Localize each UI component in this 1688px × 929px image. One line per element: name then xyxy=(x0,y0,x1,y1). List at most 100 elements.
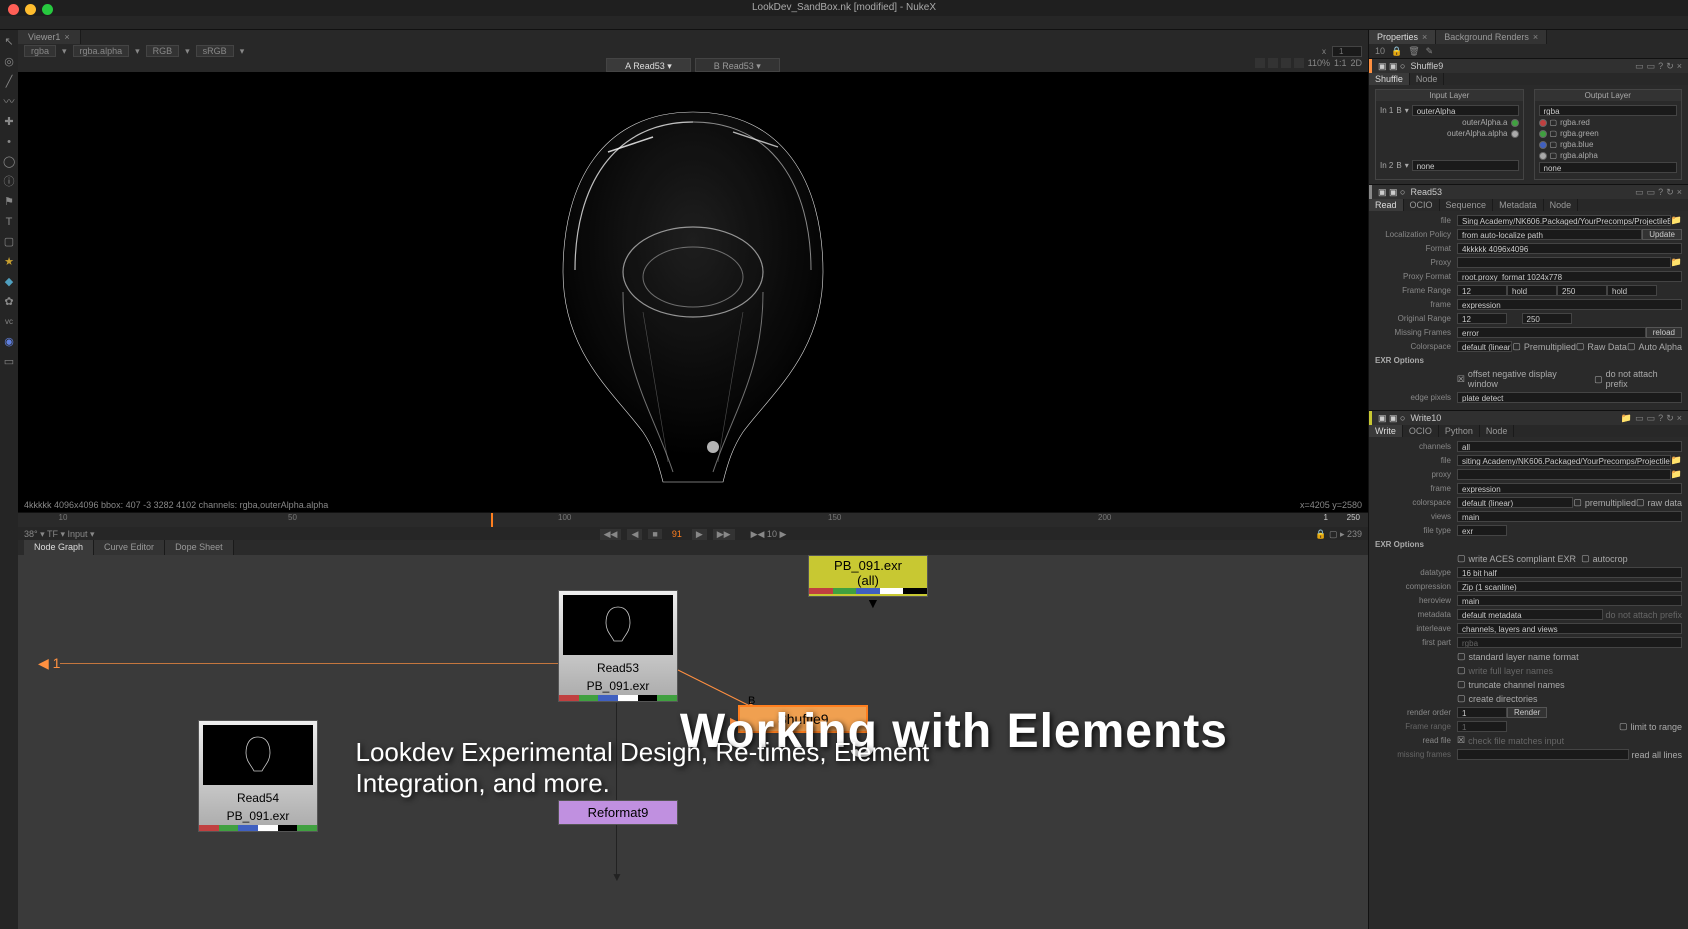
prop-count[interactable]: 10 xyxy=(1375,46,1385,56)
hdr-icon[interactable]: ▭ xyxy=(1635,187,1644,198)
subtab-seq[interactable]: Sequence xyxy=(1440,199,1494,211)
menubar[interactable] xyxy=(0,16,1688,30)
proxy-field[interactable] xyxy=(1457,257,1671,268)
wfull-check[interactable]: ▢ xyxy=(1457,665,1466,676)
write-frame-mode[interactable]: expression xyxy=(1457,483,1682,494)
frame-mode[interactable]: expression xyxy=(1457,299,1682,310)
hdr-icon[interactable]: ? xyxy=(1658,61,1663,72)
heroview-field[interactable]: main xyxy=(1457,595,1682,606)
reload-button[interactable]: reload xyxy=(1646,327,1682,338)
subtab-ocio[interactable]: OCIO xyxy=(1403,425,1439,437)
offset-check[interactable]: ☒ xyxy=(1457,374,1465,385)
folder-icon[interactable]: 📁 xyxy=(1671,215,1682,226)
autocrop-check[interactable]: ▢ xyxy=(1581,553,1590,564)
datatype-field[interactable]: 16 bit half xyxy=(1457,567,1682,578)
tool-circle-icon[interactable]: ◯ xyxy=(3,156,15,168)
back-button[interactable]: ◀ xyxy=(627,529,642,540)
close-icon[interactable]: × xyxy=(1677,61,1682,72)
subtab-ocio[interactable]: OCIO xyxy=(1404,199,1440,211)
tool-text-icon[interactable]: T xyxy=(3,216,15,228)
metadata-field[interactable]: default metadata xyxy=(1457,609,1603,620)
tool-ring-icon[interactable]: ◉ xyxy=(3,336,15,348)
filetype-field[interactable]: exr xyxy=(1457,525,1507,536)
input2-layer-sel[interactable]: none xyxy=(1412,160,1519,171)
write-proxy-field[interactable] xyxy=(1457,469,1671,480)
nav-arrow-icon[interactable]: ◀ 1 xyxy=(38,655,60,672)
macos-minimize[interactable] xyxy=(25,4,36,15)
write-colorspace[interactable]: default (linear) xyxy=(1457,497,1573,508)
write-file-field[interactable]: siting Academy/NK606.Packaged/YourPrecom… xyxy=(1457,455,1671,466)
hdr-icon[interactable]: 📁 xyxy=(1621,413,1632,424)
hdr-icon[interactable]: ▭ xyxy=(1635,61,1644,72)
dag-tab-nodegraph[interactable]: Node Graph xyxy=(24,540,94,555)
cdir-check[interactable]: ▢ xyxy=(1457,693,1466,704)
viewer-node-b[interactable]: B Read53 ▾ xyxy=(695,58,780,72)
close-icon[interactable]: × xyxy=(1677,413,1682,424)
playhead[interactable] xyxy=(491,513,493,527)
firstpart-field[interactable]: rgba xyxy=(1457,637,1682,648)
update-button[interactable]: Update xyxy=(1642,229,1682,240)
noattach-check[interactable]: ▢ xyxy=(1594,374,1603,385)
tool-dot-icon[interactable]: • xyxy=(3,136,15,148)
hdr-icon[interactable]: ▭ xyxy=(1647,413,1656,424)
viewer-tab[interactable]: Viewer1× xyxy=(18,30,81,44)
trash-icon[interactable]: 🗑 xyxy=(1408,46,1419,57)
tool-info-icon[interactable]: ⓘ xyxy=(3,176,15,188)
renderorder-field[interactable]: 1 xyxy=(1457,707,1507,718)
vc-icon[interactable] xyxy=(1268,58,1278,68)
tool-gear-icon[interactable]: ✿ xyxy=(3,296,15,308)
subtab-node[interactable]: Node xyxy=(1480,425,1515,437)
fr-end-mode[interactable]: hold xyxy=(1607,285,1657,296)
std-check[interactable]: ▢ xyxy=(1457,651,1466,662)
tool-curve-icon[interactable]: 〰 xyxy=(3,96,15,108)
subtab-node[interactable]: Node xyxy=(1410,73,1445,85)
tool-square-icon[interactable]: ▢ xyxy=(3,236,15,248)
tool-diamond-icon[interactable]: ◆ xyxy=(3,276,15,288)
lut-selector[interactable]: sRGB xyxy=(196,45,234,57)
hdr-icon[interactable]: ↻ xyxy=(1666,61,1674,72)
missing-frames-w[interactable] xyxy=(1457,749,1629,760)
fwd-button[interactable]: ▶▶ xyxy=(713,529,735,540)
edge-pixels[interactable]: plate detect xyxy=(1457,392,1682,403)
output2-layer-sel[interactable]: none xyxy=(1539,162,1678,173)
close-icon[interactable]: × xyxy=(1533,32,1538,42)
edit-icon[interactable]: ✎ xyxy=(1426,46,1434,57)
loc-policy[interactable]: from auto-localize path xyxy=(1457,229,1642,240)
lock-icon[interactable]: 🔒 xyxy=(1391,46,1402,57)
readfile-check[interactable]: ☒ xyxy=(1457,735,1465,746)
fr-start[interactable]: 12 xyxy=(1457,285,1507,296)
folder-icon[interactable]: 📁 xyxy=(1671,257,1682,268)
hdr-icon[interactable]: ▭ xyxy=(1635,413,1644,424)
tool-plus-icon[interactable]: ✚ xyxy=(3,116,15,128)
tool-star-icon[interactable]: ★ xyxy=(3,256,15,268)
stop-button[interactable]: ■ xyxy=(648,529,661,539)
hdr-icon[interactable]: ▭ xyxy=(1647,187,1656,198)
current-frame[interactable]: 91 xyxy=(668,529,686,539)
trunc-check[interactable]: ▢ xyxy=(1457,679,1466,690)
subtab-node[interactable]: Node xyxy=(1544,199,1579,211)
hdr-icon[interactable]: ↻ xyxy=(1666,187,1674,198)
views-field[interactable]: main xyxy=(1457,511,1682,522)
close-icon[interactable]: × xyxy=(1677,187,1682,198)
channel-selector[interactable]: rgba xyxy=(24,45,56,57)
play-button[interactable]: ▶ xyxy=(692,529,707,540)
missing-frames[interactable]: error xyxy=(1457,327,1646,338)
read-file-field[interactable]: Sing Academy/NK606.Packaged/YourPrecomps… xyxy=(1457,215,1671,226)
close-icon[interactable]: × xyxy=(64,32,69,42)
subtab-read[interactable]: Read xyxy=(1369,199,1404,211)
tool-vc-icon[interactable]: vc xyxy=(3,316,15,328)
render-button[interactable]: Render xyxy=(1507,707,1547,718)
viewer-node-a[interactable]: A Read53 ▾ xyxy=(606,58,691,72)
tool-line-icon[interactable]: ╱ xyxy=(3,76,15,88)
hdr-icon[interactable]: ▭ xyxy=(1647,61,1656,72)
subtab-python[interactable]: Python xyxy=(1439,425,1480,437)
dag-tab-dope[interactable]: Dope Sheet xyxy=(165,540,234,555)
timeline[interactable]: 10 50 100 150 200 1 250 38° ▾ TF ▾ Input… xyxy=(18,512,1368,540)
colorspace[interactable]: default (linear) xyxy=(1457,341,1512,352)
node-read54[interactable]: Read54 PB_091.exr xyxy=(198,720,318,832)
pformat-field[interactable]: root.proxy_format 1024x778 xyxy=(1457,271,1682,282)
aces-check[interactable]: ▢ xyxy=(1457,553,1466,564)
input-layer-sel[interactable]: outerAlpha xyxy=(1412,105,1519,116)
hdr-icon[interactable]: ? xyxy=(1658,413,1663,424)
close-icon[interactable]: × xyxy=(1422,32,1427,42)
